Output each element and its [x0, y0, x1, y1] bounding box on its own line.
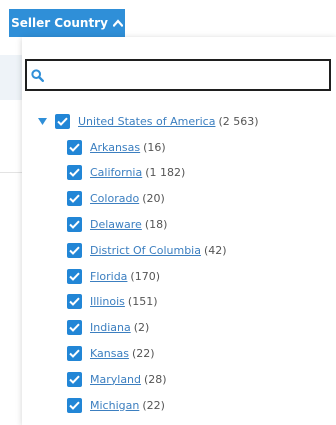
tree-node-parent-count: (2 563): [218, 114, 259, 128]
search-input[interactable]: [50, 62, 320, 88]
tree-node-child: Maryland (28): [67, 370, 167, 388]
tree-node-child-count: (42): [203, 243, 227, 257]
caret-down-icon[interactable]: [37, 116, 47, 126]
checkbox-child[interactable]: [67, 294, 82, 310]
tree-node-child-label[interactable]: Maryland: [90, 373, 141, 386]
tree-node-parent: United States of America (2 563): [37, 112, 259, 130]
tree-node-child: Delaware (18): [67, 215, 167, 233]
tree-node-child: Kansas (22): [67, 344, 155, 362]
background-panel-strip: [0, 55, 22, 100]
tree-node-child: Indiana (2): [67, 319, 149, 337]
search-box: [25, 59, 331, 91]
tree-node-child-label[interactable]: Florida: [90, 270, 127, 283]
tree-node-child-label[interactable]: Arkansas: [90, 141, 140, 154]
checkbox-child[interactable]: [67, 397, 82, 413]
checkbox-child[interactable]: [67, 345, 82, 361]
checkbox-child[interactable]: [67, 242, 82, 258]
checkbox-child[interactable]: [67, 268, 82, 284]
background-divider: [0, 172, 22, 173]
tree-node-child-count: (1 182): [145, 166, 186, 180]
checkbox-child[interactable]: [67, 165, 82, 181]
tree-node-child-count: (20): [142, 192, 165, 206]
tree-node-child: Colorado (20): [67, 190, 165, 208]
checkbox-child[interactable]: [67, 216, 82, 232]
tree-node-child-count: (22): [131, 346, 155, 360]
tree-node-child-label[interactable]: Michigan: [90, 399, 139, 412]
tree-node-child-count: (151): [127, 295, 158, 309]
tree-node-child-count: (16): [143, 140, 166, 154]
page: Seller Country United States of America …: [0, 0, 336, 425]
tree-node-child: Arkansas (16): [67, 138, 166, 156]
tree-node-child: California (1 182): [67, 164, 185, 182]
checkbox-parent[interactable]: [55, 113, 70, 129]
tree-node-parent-label[interactable]: United States of America: [78, 115, 215, 128]
tree-node-child-label[interactable]: Delaware: [90, 218, 142, 231]
chevron-up-icon: [112, 19, 123, 27]
seller-country-filter-button[interactable]: Seller Country: [9, 9, 125, 37]
tree-node-child: Florida (170): [67, 267, 160, 285]
tree-node-child-count: (2): [133, 321, 150, 335]
tree-node-child-count: (22): [142, 398, 165, 412]
tree-node-child-label[interactable]: District Of Columbia: [90, 244, 201, 257]
tree-node-child: Illinois (151): [67, 293, 158, 311]
tree-node-child: Michigan (22): [67, 396, 165, 414]
filter-button-label: Seller Country: [11, 16, 108, 30]
tree-node-child: District Of Columbia (42): [67, 241, 227, 259]
checkbox-child[interactable]: [67, 191, 82, 207]
checkbox-child[interactable]: [67, 320, 82, 336]
checkbox-child[interactable]: [67, 139, 82, 155]
tree-node-child-label[interactable]: Indiana: [90, 321, 131, 334]
tree-node-child-count: (18): [144, 217, 168, 231]
checkbox-child[interactable]: [67, 371, 82, 387]
tree-node-child-label[interactable]: California: [90, 166, 142, 179]
filter-dropdown-panel: United States of America (2 563) Arkansa…: [22, 37, 336, 425]
tree-node-child-label[interactable]: Illinois: [90, 295, 125, 308]
tree-node-child-label[interactable]: Colorado: [90, 192, 139, 205]
tree-node-child-count: (28): [144, 372, 167, 386]
search-icon: [31, 68, 44, 82]
tree-node-child-label[interactable]: Kansas: [90, 347, 129, 360]
tree-node-child-count: (170): [130, 269, 161, 283]
